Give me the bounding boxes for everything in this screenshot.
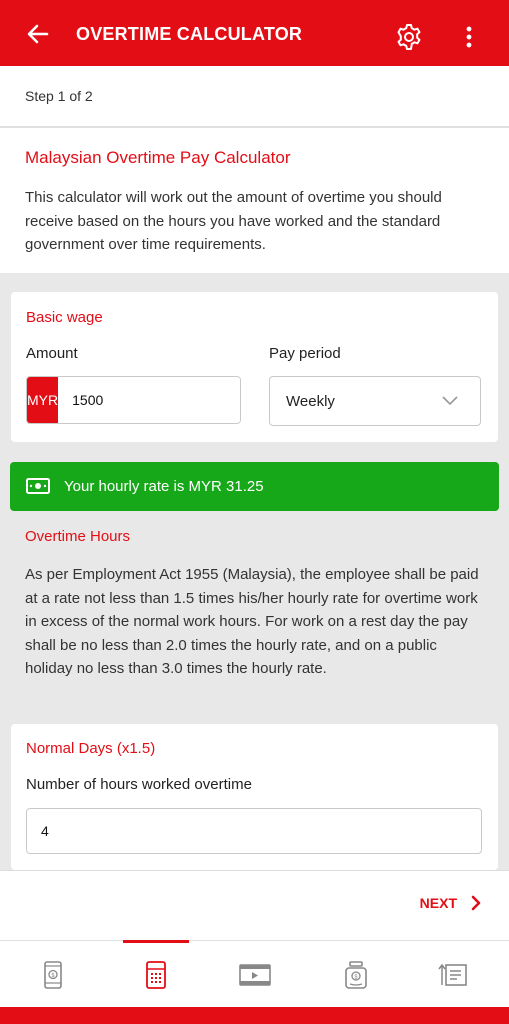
basic-wage-title: Basic wage bbox=[26, 309, 103, 326]
nav-item-video[interactable] bbox=[204, 941, 305, 1008]
step-indicator: Step 1 of 2 bbox=[0, 66, 509, 128]
amount-label: Amount bbox=[26, 345, 78, 362]
nav-item-mobile-money[interactable]: $ bbox=[2, 941, 103, 1008]
pay-period-select[interactable]: Weekly bbox=[269, 376, 481, 426]
settings-button[interactable] bbox=[392, 20, 426, 54]
svg-text:$: $ bbox=[354, 973, 358, 980]
arrow-left-icon bbox=[27, 24, 49, 44]
gear-icon bbox=[397, 24, 421, 50]
pay-period-value: Weekly bbox=[286, 393, 335, 410]
overtime-description: As per Employment Act 1955 (Malaysia), t… bbox=[25, 566, 479, 677]
cash-icon bbox=[26, 478, 50, 494]
video-icon bbox=[238, 963, 271, 986]
calculator-icon bbox=[145, 960, 166, 989]
intro-section: Malaysian Overtime Pay Calculator This c… bbox=[0, 128, 509, 273]
normal-days-card: Normal Days (x1.5) Number of hours worke… bbox=[11, 724, 498, 870]
chevron-down-icon bbox=[442, 396, 458, 406]
chevron-right-icon bbox=[471, 895, 481, 911]
footer-bar: NEXT bbox=[0, 870, 509, 941]
amount-input[interactable] bbox=[58, 377, 240, 423]
normal-days-title: Normal Days (x1.5) bbox=[26, 740, 156, 757]
nav-item-list[interactable] bbox=[402, 941, 503, 1008]
more-options-button[interactable] bbox=[458, 22, 480, 52]
list-icon bbox=[437, 963, 467, 986]
page-title: OVERTIME CALCULATOR bbox=[76, 24, 303, 44]
step-text: Step 1 of 2 bbox=[25, 88, 93, 104]
nav-item-savings[interactable]: $ bbox=[305, 941, 406, 1008]
app-bar: OVERTIME CALCULATOR bbox=[0, 0, 509, 66]
bottom-strip bbox=[0, 1007, 509, 1024]
intro-description: This calculator will work out the amount… bbox=[25, 189, 442, 253]
basic-wage-card: Basic wage Amount Pay period MYR Weekly bbox=[11, 292, 498, 442]
bottom-navigation: $ $ bbox=[0, 940, 509, 1008]
next-button[interactable]: NEXT bbox=[420, 895, 481, 911]
nav-item-calculator[interactable] bbox=[105, 941, 206, 1008]
savings-jar-icon: $ bbox=[344, 960, 367, 989]
overtime-hours-input[interactable] bbox=[26, 808, 482, 854]
hourly-rate-banner: Your hourly rate is MYR 31.25 bbox=[10, 462, 499, 511]
back-button[interactable] bbox=[22, 18, 54, 50]
amount-field[interactable]: MYR bbox=[26, 376, 241, 424]
hourly-rate-text: Your hourly rate is MYR 31.25 bbox=[64, 478, 264, 495]
next-label: NEXT bbox=[419, 895, 457, 911]
currency-prefix: MYR bbox=[27, 377, 59, 423]
svg-text:$: $ bbox=[51, 972, 55, 979]
more-vertical-icon bbox=[466, 26, 472, 48]
hours-label: Number of hours worked overtime bbox=[26, 776, 252, 793]
mobile-money-icon: $ bbox=[43, 960, 62, 989]
overtime-title: Overtime Hours bbox=[25, 528, 131, 545]
pay-period-label: Pay period bbox=[269, 345, 341, 362]
intro-title: Malaysian Overtime Pay Calculator bbox=[25, 148, 291, 167]
